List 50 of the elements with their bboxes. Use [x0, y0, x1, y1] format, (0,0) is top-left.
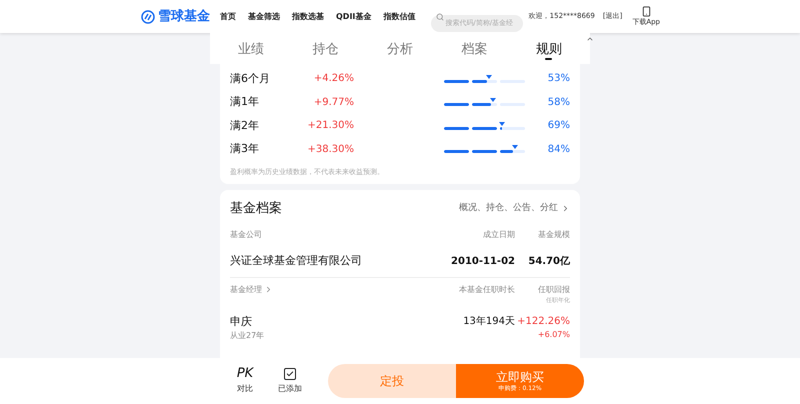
chevron-icon — [561, 204, 570, 213]
search-icon — [436, 12, 444, 20]
return-value: +4.26% — [312, 72, 354, 86]
watchlist-button[interactable]: 已添加 — [272, 368, 308, 394]
nav-link[interactable]: 基金筛选 — [248, 10, 280, 22]
chevron-icon — [264, 285, 273, 294]
period-label: 满3年 — [230, 141, 260, 157]
probability-value: 69% — [546, 119, 570, 134]
period-label: 满6个月 — [230, 70, 271, 86]
logo-icon — [141, 10, 155, 24]
column-header: 本基金任职时长 — [458, 284, 515, 296]
return-value: +122.26% — [517, 314, 570, 328]
founded-date: 2010-11-02 — [450, 254, 515, 269]
nav-link[interactable]: 指数选基 — [292, 10, 324, 22]
tab[interactable]: 业绩 — [230, 37, 272, 60]
return-value: +9.77% — [312, 96, 354, 110]
logo-text: 雪球基金 — [158, 8, 210, 26]
experience-text: 从业27年 — [230, 330, 266, 342]
tab[interactable]: 分析 — [378, 37, 421, 60]
nav-link[interactable]: 首页 — [220, 10, 236, 22]
return-value: +21.30% — [306, 119, 354, 134]
tab[interactable]: 档案 — [453, 37, 496, 60]
manager-link[interactable]: 基金经理 — [230, 284, 415, 296]
probability-value: 84% — [546, 142, 570, 157]
nav-link[interactable]: 指数估值 — [383, 10, 416, 22]
column-header: 基金公司 — [230, 229, 263, 241]
column-header: 任职回报 — [538, 284, 570, 296]
return-value: +38.30% — [306, 142, 354, 157]
probability-value: 58% — [546, 96, 570, 110]
manager-name: 申庆 — [230, 314, 253, 330]
annualized-value: +6.07% — [538, 328, 570, 340]
tenure-value: 13年194天 — [462, 314, 515, 328]
compare-button[interactable]: PK 对比 — [230, 367, 260, 395]
tab[interactable]: 持仓 — [304, 37, 347, 60]
column-header: 基金规模 — [537, 229, 570, 241]
compare-label: 对比 — [237, 383, 253, 395]
nav-link[interactable]: QDII基金 — [336, 10, 372, 22]
period-label: 满1年 — [230, 94, 260, 110]
phone-icon — [640, 6, 652, 17]
column-header: 成立日期 — [482, 229, 515, 241]
added-label: 已添加 — [278, 382, 302, 394]
period-label: 满2年 — [230, 118, 260, 134]
collapse-icon[interactable] — [586, 35, 594, 43]
company-name: 兴证全球基金管理有限公司 — [230, 253, 363, 269]
pk-icon-text: PK — [236, 367, 254, 380]
section-title: 基金档案 — [230, 200, 282, 218]
probability-value: 53% — [546, 72, 570, 86]
tab[interactable]: 规则 — [528, 37, 570, 60]
profile-link[interactable]: 概况、持仓、公告、分红 — [459, 202, 570, 215]
fund-size: 54.70亿 — [527, 254, 570, 269]
